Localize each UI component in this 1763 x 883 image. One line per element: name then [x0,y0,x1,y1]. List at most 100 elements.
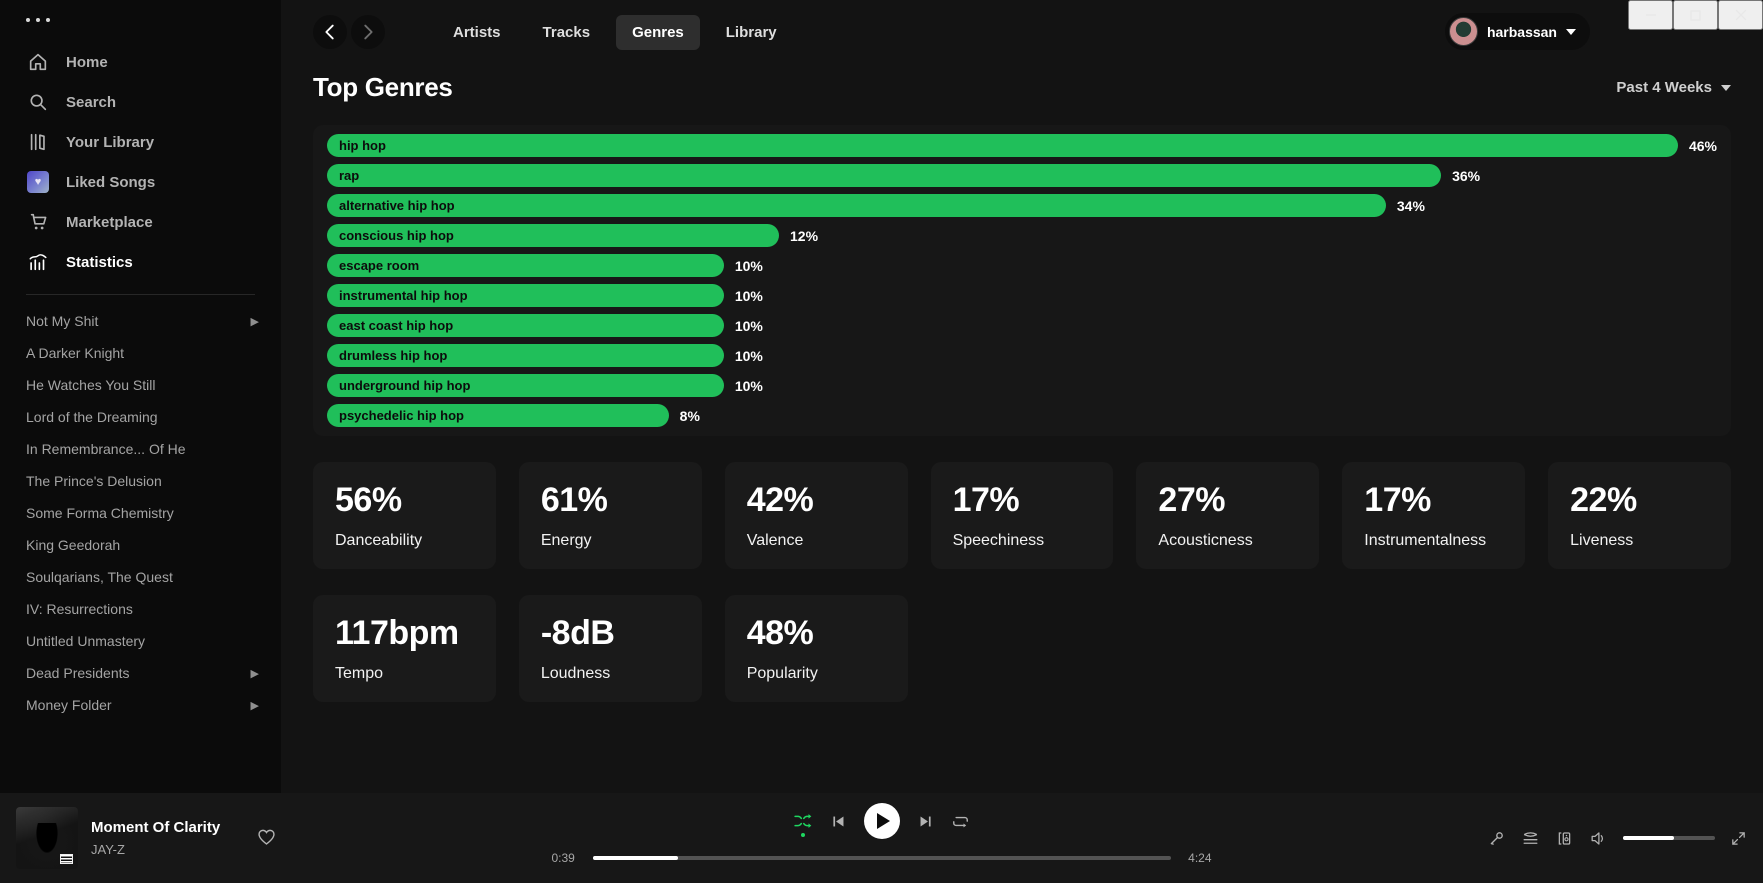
playlist-item[interactable]: Untitled Unmastery [0,625,281,657]
stat-label: Valence [747,532,908,550]
genre-bar[interactable]: escape room [327,254,724,277]
volume-icon[interactable] [1589,829,1608,848]
genre-label: alternative hip hop [339,198,455,213]
playlist-label: Untitled Unmastery [26,633,145,649]
track-title[interactable]: Moment Of Clarity [91,819,220,836]
sidebar-item-your-library[interactable]: Your Library [0,122,281,162]
stat-card-acousticness: 27%Acousticness [1136,462,1319,569]
shuffle-button[interactable] [793,811,813,831]
connect-device-icon[interactable] [1555,829,1574,848]
nav-back-button[interactable] [313,15,347,49]
home-icon [26,50,50,74]
stat-value: 17% [953,481,1114,520]
total-time: 4:24 [1184,851,1212,865]
like-button[interactable] [256,826,277,850]
genre-label: drumless hip hop [339,348,447,363]
time-range-value: Past 4 Weeks [1616,79,1712,96]
window-close-button[interactable] [1718,0,1763,30]
progress-bar[interactable] [593,856,1171,860]
playlist-label: The Prince's Delusion [26,473,162,489]
playlist-label: Not My Shit [26,313,98,329]
fullscreen-icon[interactable] [1730,830,1747,847]
playlist-label: Lord of the Dreaming [26,409,158,425]
genre-value-label: 34% [1397,198,1425,214]
genre-value-label: 10% [735,378,763,394]
genre-bar[interactable]: alternative hip hop [327,194,1386,217]
album-art[interactable] [16,807,78,869]
genre-value-label: 10% [735,288,763,304]
playlist-item[interactable]: A Darker Knight [0,337,281,369]
window-maximize-button[interactable] [1673,0,1718,30]
track-info: Moment Of Clarity JAY-Z [91,819,220,857]
nav-forward-button[interactable] [351,15,385,49]
tab-tracks[interactable]: Tracks [527,15,607,50]
genre-bar[interactable]: conscious hip hop [327,224,779,247]
window-minimize-button[interactable] [1628,0,1673,30]
stat-label: Liveness [1570,532,1731,550]
stat-card-danceability: 56%Danceability [313,462,496,569]
genre-bar[interactable]: instrumental hip hop [327,284,724,307]
volume-slider[interactable] [1623,836,1715,840]
genre-bar-chart: hip hop46%rap36%alternative hip hop34%co… [313,125,1731,436]
tab-artists[interactable]: Artists [437,15,517,50]
stat-card-liveness: 22%Liveness [1548,462,1731,569]
playlist-item[interactable]: Lord of the Dreaming [0,401,281,433]
chevron-down-icon [1566,29,1576,35]
stat-value: 48% [747,614,908,653]
genre-bar[interactable]: rap [327,164,1441,187]
stat-value: 117bpm [335,614,496,653]
genre-value-label: 10% [735,348,763,364]
playlist-item[interactable]: IV: Resurrections [0,593,281,625]
sidebar-item-liked-songs[interactable]: ♥Liked Songs [0,162,281,202]
genre-bar-row: hip hop46% [327,134,1717,157]
genre-label: east coast hip hop [339,318,453,333]
genre-bar[interactable]: underground hip hop [327,374,724,397]
repeat-button[interactable] [951,812,970,831]
playlist-item[interactable]: Not My Shit▶ [0,305,281,337]
playlist-item[interactable]: In Remembrance... Of He [0,433,281,465]
lyrics-mic-icon[interactable] [1487,829,1506,848]
tab-library[interactable]: Library [710,15,793,50]
playlist-item[interactable]: Dead Presidents▶ [0,657,281,689]
genre-bar[interactable]: east coast hip hop [327,314,724,337]
playlist-item[interactable]: Soulqarians, The Quest [0,561,281,593]
sidebar-item-home[interactable]: Home [0,42,281,82]
play-icon [877,813,890,829]
playlist-item[interactable]: King Geedorah [0,529,281,561]
playlist-item[interactable]: The Prince's Delusion [0,465,281,497]
genre-value-label: 10% [735,318,763,334]
genre-bar[interactable]: drumless hip hop [327,344,724,367]
genre-bar-row: east coast hip hop 10% [327,314,1717,337]
sidebar: HomeSearch Your Library ♥Liked SongsMarket… [0,0,281,793]
tab-genres[interactable]: Genres [616,15,700,50]
playlist-item[interactable]: Some Forma Chemistry [0,497,281,529]
user-menu[interactable]: harbassan [1445,13,1590,50]
chevron-right-icon: ▶ [251,699,259,712]
stat-label: Energy [541,532,702,550]
track-artist[interactable]: JAY-Z [91,842,220,857]
playlist-item[interactable]: He Watches You Still [0,369,281,401]
page-header: Top Genres Past 4 Weeks [313,72,1731,103]
avatar [1449,17,1478,46]
next-button[interactable] [917,813,934,830]
genre-label: rap [339,168,359,183]
sidebar-item-label: Your Library [66,134,154,151]
previous-button[interactable] [830,813,847,830]
sidebar-item-marketplace[interactable]: Marketplace [0,202,281,242]
sidebar-item-label: Liked Songs [66,174,155,191]
playlist-item[interactable]: Money Folder▶ [0,689,281,721]
genre-bar[interactable]: psychedelic hip hop [327,404,669,427]
time-range-dropdown[interactable]: Past 4 Weeks [1616,79,1731,96]
stat-card-tempo: 117bpmTempo [313,595,496,702]
stat-card-loudness: -8dBLoudness [519,595,702,702]
sidebar-item-statistics[interactable]: Statistics [0,242,281,282]
genre-bar[interactable]: hip hop [327,134,1678,157]
genre-bar-row: psychedelic hip hop8% [327,404,1717,427]
sidebar-item-search[interactable]: Search [0,82,281,122]
app-menu-icon[interactable] [0,0,281,22]
genre-label: psychedelic hip hop [339,408,464,423]
play-button[interactable] [864,803,900,839]
stat-value: 27% [1158,481,1319,520]
queue-icon[interactable] [1521,829,1540,848]
stat-card-speechiness: 17%Speechiness [931,462,1114,569]
